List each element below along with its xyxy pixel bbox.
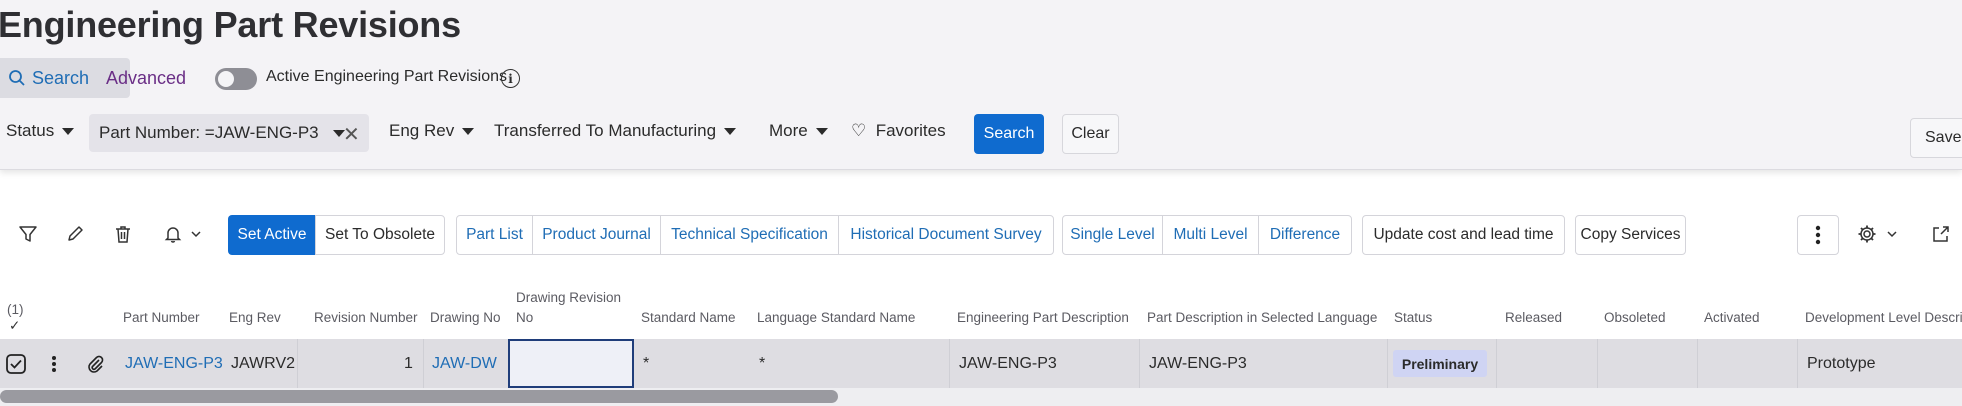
more-actions-button[interactable]: [1797, 215, 1839, 255]
col-drawing-no[interactable]: Drawing No: [430, 310, 501, 325]
col-status[interactable]: Status: [1394, 310, 1432, 325]
cell-revision-number: 1: [404, 355, 413, 372]
clear-button[interactable]: Clear: [1062, 114, 1119, 154]
saved-searches-button[interactable]: Saved: [1910, 118, 1962, 158]
col-released[interactable]: Released: [1505, 310, 1562, 325]
cell-divider: [1697, 339, 1698, 388]
technical-specification-button[interactable]: Technical Specification: [660, 215, 839, 255]
filter-eng-rev[interactable]: Eng Rev: [389, 121, 475, 141]
col-drawing-revision-no-line2: No: [516, 310, 534, 325]
col-drawing-revision-no[interactable]: Drawing Revision: [516, 290, 621, 305]
heart-icon: ♡: [851, 121, 867, 140]
single-level-button[interactable]: Single Level: [1062, 215, 1163, 255]
edit-icon[interactable]: [63, 222, 87, 246]
toggle-knob: [218, 71, 234, 87]
favorites-button[interactable]: ♡ Favorites: [851, 121, 946, 141]
set-active-button[interactable]: Set Active: [228, 215, 316, 255]
col-standard-name[interactable]: Standard Name: [641, 310, 736, 325]
row-menu-button[interactable]: [42, 352, 66, 376]
col-development-level[interactable]: Development Level Descrip: [1805, 310, 1962, 325]
chevron-down-icon: [62, 127, 75, 135]
search-button[interactable]: Search: [974, 114, 1044, 154]
settings-button[interactable]: [1853, 222, 1903, 246]
scrollbar-thumb[interactable]: [0, 390, 838, 403]
cell-divider: [1139, 339, 1140, 388]
cell-part-number[interactable]: JAW-ENG-P3: [125, 355, 223, 373]
bell-icon: [164, 227, 182, 243]
col-eng-rev[interactable]: Eng Rev: [229, 310, 281, 325]
notifications-button[interactable]: [159, 222, 207, 246]
search-icon: [9, 70, 25, 86]
export-icon: [1933, 226, 1949, 242]
tab-advanced[interactable]: Advanced: [106, 68, 186, 89]
product-journal-button[interactable]: Product Journal: [532, 215, 661, 255]
cell-divider: [1496, 339, 1497, 388]
difference-button[interactable]: Difference: [1258, 215, 1352, 255]
col-language-standard-name[interactable]: Language Standard Name: [757, 310, 915, 325]
status-badge: Preliminary: [1393, 350, 1487, 377]
copy-services-button[interactable]: Copy Services: [1575, 215, 1686, 255]
cell-standard-name: *: [643, 355, 650, 372]
cell-divider: [297, 339, 298, 388]
cell-development-level: Prototype: [1807, 355, 1876, 372]
chevron-down-icon: [815, 127, 828, 135]
page-title: Engineering Part Revisions: [0, 4, 461, 45]
info-icon[interactable]: i: [501, 69, 520, 88]
cell-eng-rev: JAWRV2: [231, 355, 296, 372]
check-icon[interactable]: ✓: [9, 318, 20, 334]
multi-level-button[interactable]: Multi Level: [1162, 215, 1259, 255]
col-part-description-selected-language[interactable]: Part Description in Selected Language: [1147, 310, 1377, 325]
filter-transferred-label: Transferred To Manufacturing: [494, 121, 717, 140]
gear-icon: [1858, 225, 1876, 243]
col-revision-number[interactable]: Revision Number: [314, 310, 418, 325]
search-panel: Engineering Part Revisions Search Advanc…: [0, 0, 1962, 170]
col-activated[interactable]: Activated: [1704, 310, 1760, 325]
filter-eng-rev-label: Eng Rev: [389, 121, 455, 140]
attachment-icon[interactable]: [83, 352, 107, 376]
filter-chip-part-number[interactable]: Part Number: =JAW-ENG-P3 ✕: [89, 114, 369, 152]
filter-status[interactable]: Status: [6, 121, 75, 141]
chevron-down-icon: [1887, 231, 1897, 238]
cell-drawing-revision-no-input[interactable]: [508, 339, 634, 388]
cell-divider: [1387, 339, 1388, 388]
historical-document-survey-button[interactable]: Historical Document Survey: [838, 215, 1054, 255]
filter-icon[interactable]: [16, 222, 40, 246]
selection-count: (1): [7, 302, 24, 317]
filter-status-label: Status: [6, 121, 55, 140]
filter-chip-label: Part Number: =JAW-ENG-P3: [99, 123, 319, 142]
close-icon[interactable]: ✕: [343, 122, 360, 147]
cell-engineering-part-description: JAW-ENG-P3: [959, 355, 1057, 372]
filter-more[interactable]: More: [769, 121, 828, 141]
col-part-number[interactable]: Part Number: [123, 310, 200, 325]
favorites-label: Favorites: [875, 121, 946, 140]
col-engineering-part-description[interactable]: Engineering Part Description: [957, 310, 1129, 325]
filter-more-label: More: [769, 121, 808, 140]
chevron-down-icon: [724, 127, 737, 135]
cell-divider: [1597, 339, 1598, 388]
more-vertical-icon: [52, 356, 56, 372]
checkbox-checked-icon: [6, 354, 26, 374]
chevron-down-icon: [191, 231, 201, 238]
cell-divider: [1797, 339, 1798, 388]
row-checkbox[interactable]: [4, 352, 28, 376]
col-obsoleted[interactable]: Obsoleted: [1604, 310, 1666, 325]
export-button[interactable]: [1926, 222, 1956, 246]
cell-drawing-no[interactable]: JAW-DW: [432, 355, 497, 373]
cell-language-standard-name: *: [759, 355, 766, 372]
more-vertical-icon: [1815, 225, 1821, 245]
active-revisions-label: Active Engineering Part Revisions: [266, 68, 508, 85]
update-cost-button[interactable]: Update cost and lead time: [1362, 215, 1565, 255]
cell-part-description-selected-language: JAW-ENG-P3: [1149, 355, 1247, 372]
tab-search-label: Search: [32, 67, 90, 88]
set-to-obsolete-button[interactable]: Set To Obsolete: [315, 215, 445, 255]
cell-divider: [423, 339, 424, 388]
filter-transferred[interactable]: Transferred To Manufacturing: [494, 121, 737, 141]
active-revisions-toggle[interactable]: [215, 68, 257, 90]
cell-divider: [949, 339, 950, 388]
trash-icon[interactable]: [111, 222, 135, 246]
chevron-down-icon: [462, 127, 475, 135]
part-list-button[interactable]: Part List: [456, 215, 533, 255]
